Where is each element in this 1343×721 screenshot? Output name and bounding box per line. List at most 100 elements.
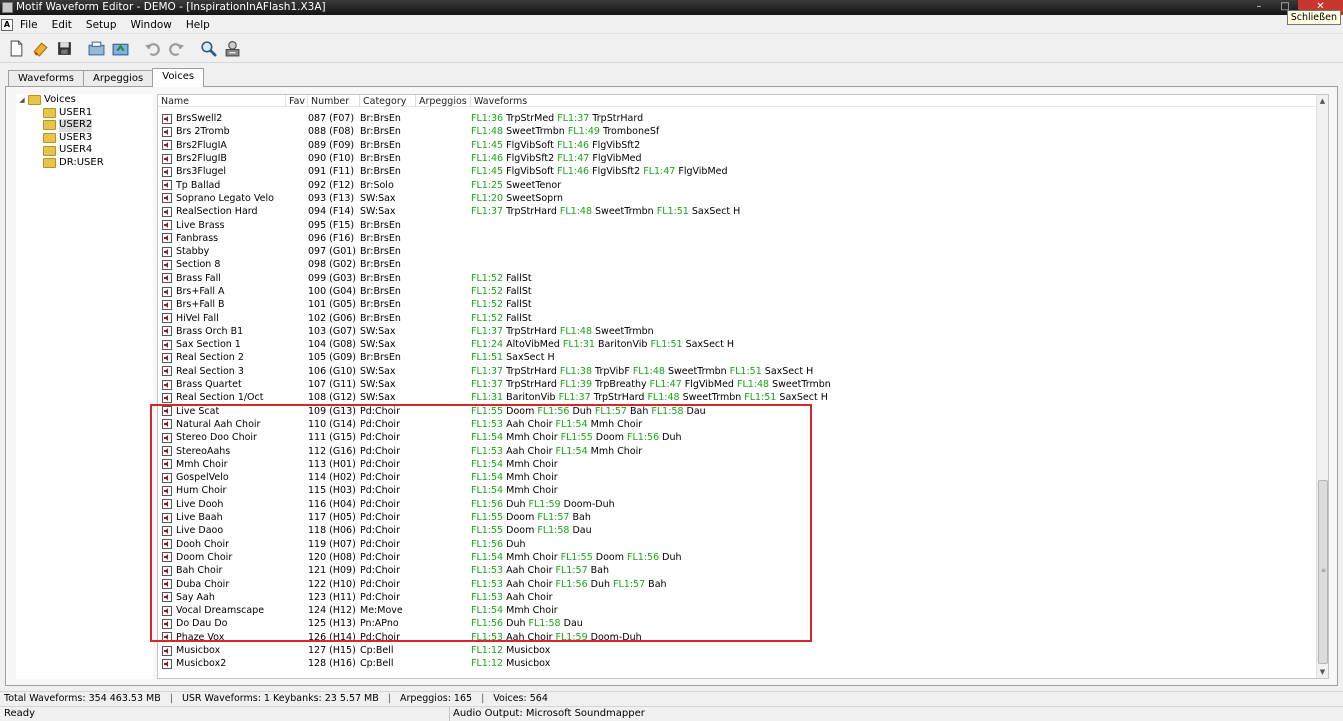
voice-row[interactable]: BrsSwell2 087 (F07) Br:BrsEn FL1:36 TrpStrM… <box>158 112 1317 125</box>
voice-row[interactable]: Real Section 3 106 (G10) SW:Sax FL1:37 TrpS… <box>158 365 1317 378</box>
voice-audio-icon[interactable] <box>162 525 172 536</box>
voice-audio-icon[interactable] <box>162 446 172 457</box>
voice-row[interactable]: Natural Aah Choir 110 (G14) Pd:Choir FL1:53… <box>158 418 1317 431</box>
voice-row[interactable]: Brs+Fall A 100 (G04) Br:BrsEn FL1:52 FallSt <box>158 285 1317 298</box>
voice-row[interactable]: StereoAahs 112 (G16) Pd:Choir FL1:53 Aah Ch… <box>158 444 1317 457</box>
voice-audio-icon[interactable] <box>162 512 172 523</box>
collapse-icon[interactable]: ◢ <box>16 94 28 107</box>
voice-row[interactable]: Sax Section 1 104 (G08) SW:Sax FL1:24 AltoV… <box>158 338 1317 351</box>
voice-audio-icon[interactable] <box>162 379 172 390</box>
voice-row[interactable]: Brs2FlugIA 089 (F09) Br:BrsEn FL1:45 FlgVib… <box>158 139 1317 152</box>
voice-row[interactable]: RealSection Hard 094 (F14) SW:Sax FL1:37 Tr… <box>158 205 1317 218</box>
voice-row[interactable]: Brass Fall 099 (G03) Br:BrsEn FL1:52 FallSt <box>158 272 1317 285</box>
voice-row[interactable]: Mmh Choir 113 (H01) Pd:Choir FL1:54 Mmh Cho… <box>158 458 1317 471</box>
voice-audio-icon[interactable] <box>162 220 172 231</box>
voice-audio-icon[interactable] <box>162 406 172 417</box>
voice-audio-icon[interactable] <box>162 499 172 510</box>
voice-row[interactable]: Live Daoo 118 (H06) Pd:Choir FL1:55 Doom FL… <box>158 524 1317 537</box>
voice-row[interactable]: Live Baah 117 (H05) Pd:Choir FL1:55 Doom FL… <box>158 511 1317 524</box>
voice-audio-icon[interactable] <box>162 273 172 284</box>
voice-row[interactable]: Brs3Flugel 091 (F11) Br:BrsEn FL1:45 FlgVib… <box>158 165 1317 178</box>
undo-icon[interactable] <box>141 38 163 60</box>
voice-row[interactable]: Bah Choir 121 (H09) Pd:Choir FL1:53 Aah Cho… <box>158 564 1317 577</box>
tab-voices[interactable]: Voices <box>152 68 205 87</box>
voice-audio-icon[interactable] <box>162 299 172 310</box>
voice-row[interactable]: Hum Choir 115 (H03) Pd:Choir FL1:54 Mmh Cho… <box>158 484 1317 497</box>
tree-item-user2[interactable]: USER2 <box>16 119 153 132</box>
voice-audio-icon[interactable] <box>162 472 172 483</box>
voice-row[interactable]: HiVel Fall 102 (G06) Br:BrsEn FL1:52 FallSt <box>158 311 1317 324</box>
voice-row[interactable]: Brs 2Tromb 088 (F08) Br:BrsEn FL1:48 SweetT… <box>158 125 1317 138</box>
column-header-number[interactable]: Number <box>308 95 360 106</box>
voice-row[interactable]: Brs2FlugIB 090 (F10) Br:BrsEn FL1:46 FlgVib… <box>158 152 1317 165</box>
voice-audio-icon[interactable] <box>162 313 172 324</box>
voice-row[interactable]: Tp Ballad 092 (F12) Br:Solo FL1:25 SweetTen… <box>158 178 1317 191</box>
voice-row[interactable]: Live Scat 109 (G13) Pd:Choir FL1:55 Doom FL… <box>158 405 1317 418</box>
voice-audio-icon[interactable] <box>162 352 172 363</box>
voice-audio-icon[interactable] <box>162 605 172 616</box>
voice-audio-icon[interactable] <box>162 206 172 217</box>
column-header-arpeggios[interactable]: Arpeggios <box>416 95 471 106</box>
voice-row[interactable]: Doom Choir 120 (H08) Pd:Choir FL1:54 Mmh Ch… <box>158 551 1317 564</box>
voice-audio-icon[interactable] <box>162 366 172 377</box>
voice-audio-icon[interactable] <box>162 233 172 244</box>
voice-row[interactable]: Live Dooh 116 (H04) Pd:Choir FL1:56 Duh FL1… <box>158 498 1317 511</box>
voice-row[interactable]: Phaze Vox 126 (H14) Pd:Choir FL1:53 Aah Cho… <box>158 631 1317 644</box>
voice-audio-icon[interactable] <box>162 645 172 656</box>
new-file-icon[interactable] <box>5 38 27 60</box>
voice-audio-icon[interactable] <box>162 658 172 669</box>
voice-audio-icon[interactable] <box>162 632 172 643</box>
column-header-waveforms[interactable]: Waveforms <box>471 95 1317 106</box>
voice-audio-icon[interactable] <box>162 193 172 204</box>
menu-setup[interactable]: Setup <box>79 19 124 31</box>
voice-row[interactable]: Duba Choir 122 (H10) Pd:Choir FL1:53 Aah Ch… <box>158 577 1317 590</box>
export-icon[interactable] <box>109 38 131 60</box>
tree-item-voices[interactable]: ◢ Voices <box>16 94 153 107</box>
import-icon[interactable] <box>85 38 107 60</box>
voice-row[interactable]: Live Brass 095 (F15) Br:BrsEn <box>158 218 1317 231</box>
column-header-name[interactable]: Name <box>158 95 286 106</box>
tree-item-user1[interactable]: USER1 <box>16 107 153 120</box>
vertical-scrollbar[interactable]: ▲ ≡ ▼ <box>1316 95 1328 678</box>
voice-audio-icon[interactable] <box>162 166 172 177</box>
voice-audio-icon[interactable] <box>162 339 172 350</box>
voice-row[interactable]: Musicbox2 128 (H16) Cp:Bell FL1:12 Musicbox <box>158 657 1317 670</box>
voice-audio-icon[interactable] <box>162 485 172 496</box>
minimize-button[interactable]: – <box>1246 0 1272 15</box>
tree-item-user3[interactable]: USER3 <box>16 132 153 145</box>
scroll-thumb[interactable]: ≡ <box>1318 480 1328 664</box>
tree-item-druser[interactable]: DR:USER <box>16 157 153 170</box>
voice-row[interactable]: Do Dau Do 125 (H13) Pn:APno FL1:56 Duh FL1:… <box>158 617 1317 630</box>
voice-row[interactable]: Musicbox 127 (H15) Cp:Bell FL1:12 Musicbox <box>158 644 1317 657</box>
voice-audio-icon[interactable] <box>162 552 172 563</box>
voice-row[interactable]: Real Section 2 105 (G09) Br:BrsEn FL1:51 Sa… <box>158 351 1317 364</box>
voice-audio-icon[interactable] <box>162 565 172 576</box>
voice-audio-icon[interactable] <box>162 180 172 191</box>
voice-row[interactable]: Vocal Dreamscape 124 (H12) Me:Move FL1:54 M… <box>158 604 1317 617</box>
voice-audio-icon[interactable] <box>162 153 172 164</box>
voice-audio-icon[interactable] <box>162 592 172 603</box>
open-file-icon[interactable] <box>29 38 51 60</box>
voice-row[interactable]: Section 8 098 (G02) Br:BrsEn <box>158 258 1317 271</box>
scroll-down-arrow-icon[interactable]: ▼ <box>1317 666 1328 678</box>
column-header-fav[interactable]: Fav <box>286 95 308 106</box>
save-icon[interactable] <box>53 38 75 60</box>
tab-waveforms[interactable]: Waveforms <box>8 70 84 87</box>
voice-audio-icon[interactable] <box>162 140 172 151</box>
voice-audio-icon[interactable] <box>162 539 172 550</box>
scroll-up-arrow-icon[interactable]: ▲ <box>1317 95 1328 107</box>
tree-item-user4[interactable]: USER4 <box>16 144 153 157</box>
voice-row[interactable]: GospelVelo 114 (H02) Pd:Choir FL1:54 Mmh Ch… <box>158 471 1317 484</box>
voice-row[interactable]: Real Section 1/Oct 108 (G12) SW:Sax FL1:31 … <box>158 391 1317 404</box>
voice-audio-icon[interactable] <box>162 579 172 590</box>
voice-audio-icon[interactable] <box>162 419 172 430</box>
voice-row[interactable]: Say Aah 123 (H11) Pd:Choir FL1:53 Aah Choir <box>158 591 1317 604</box>
audio-settings-icon[interactable] <box>221 38 243 60</box>
voice-row[interactable]: Stabby 097 (G01) Br:BrsEn <box>158 245 1317 258</box>
menu-file[interactable]: File <box>13 19 45 31</box>
voice-audio-icon[interactable] <box>162 259 172 270</box>
voice-row[interactable]: Stereo Doo Choir 111 (G15) Pd:Choir FL1:54 … <box>158 431 1317 444</box>
voice-audio-icon[interactable] <box>162 459 172 470</box>
document-menu-icon[interactable]: A <box>1 18 13 31</box>
voice-row[interactable]: Brass Orch B1 103 (G07) SW:Sax FL1:37 TrpSt… <box>158 325 1317 338</box>
